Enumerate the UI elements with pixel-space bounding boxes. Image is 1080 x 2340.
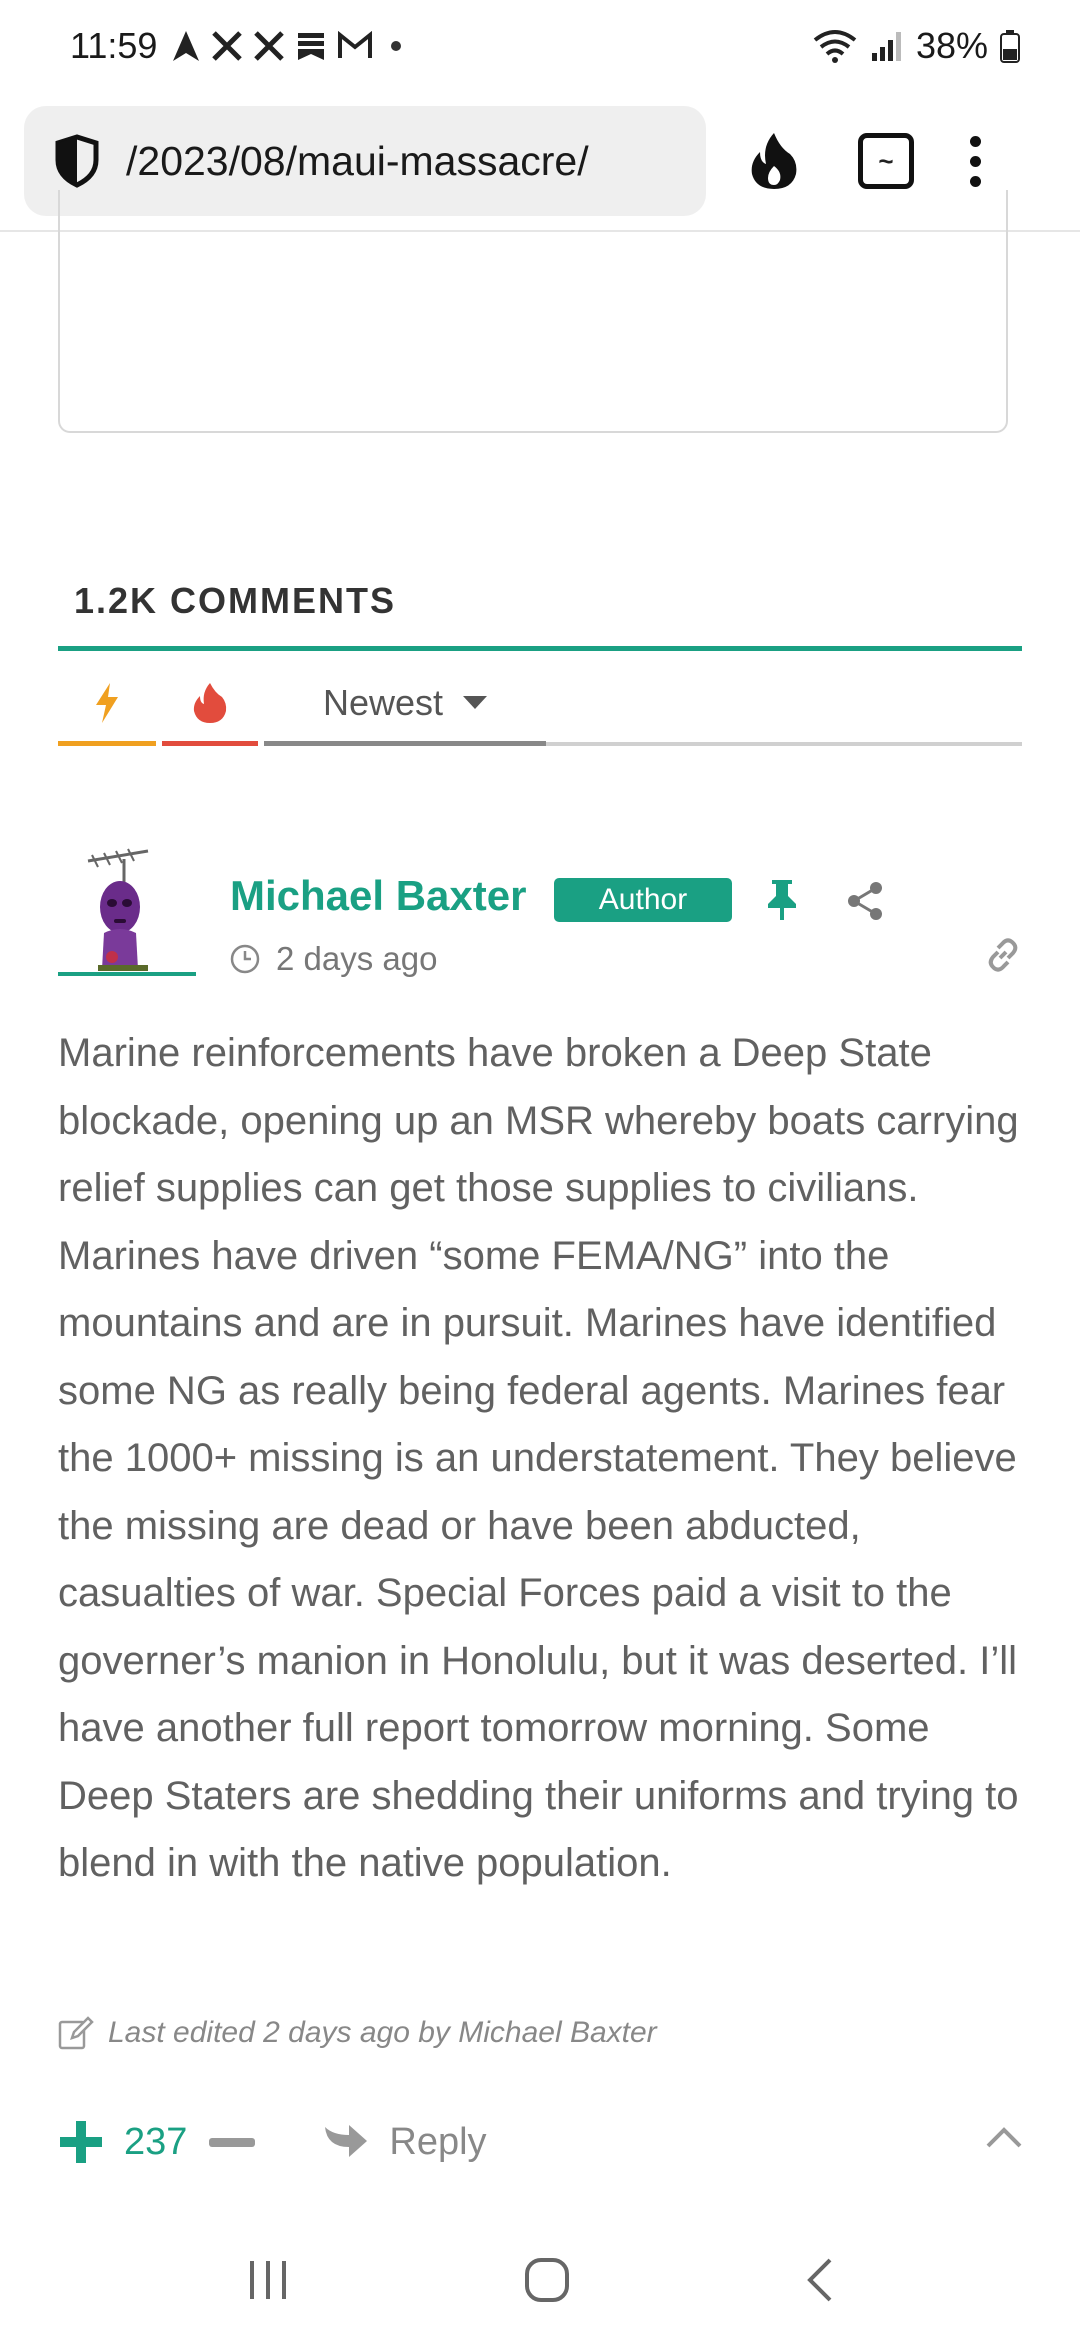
- pin-icon: [768, 880, 796, 920]
- status-time: 11:59: [70, 25, 158, 66]
- comments-sort-bar: Newest: [58, 660, 1022, 746]
- tab-count: ~: [878, 145, 894, 176]
- reply-arrow-icon: [325, 2125, 368, 2157]
- share-icon[interactable]: [846, 880, 886, 922]
- edit-icon: [58, 2016, 94, 2050]
- x-app-icon: [254, 31, 285, 61]
- browser-actions: ~: [746, 130, 981, 192]
- battery-percent: 38%: [915, 25, 988, 66]
- status-bar: 11:59 38%: [0, 0, 1080, 92]
- home-icon[interactable]: [523, 2256, 571, 2304]
- sort-popular-underline: [162, 741, 258, 746]
- chevron-down-icon: [463, 696, 488, 709]
- status-right: 38%: [812, 25, 1020, 67]
- comment-body: Marine reinforcements have broken a Deep…: [58, 1031, 1019, 1885]
- wifi-icon: [813, 30, 857, 63]
- system-navigation-bar: [0, 2220, 1080, 2340]
- link-icon[interactable]: [984, 936, 1022, 974]
- status-left: 11:59: [70, 25, 402, 67]
- shield-icon[interactable]: [54, 134, 100, 188]
- comments-count-heading: 1.2K COMMENTS: [74, 580, 397, 621]
- sort-popular-tab[interactable]: [162, 660, 258, 746]
- recent-apps-icon[interactable]: [246, 2259, 290, 2301]
- kebab-menu-icon[interactable]: [970, 135, 981, 187]
- comment-time[interactable]: 2 days ago: [276, 940, 437, 978]
- plus-icon[interactable]: [58, 2119, 104, 2165]
- sort-newest-underline: [264, 741, 546, 746]
- sort-track: [546, 742, 1022, 746]
- vote-count: 237: [124, 2120, 188, 2163]
- reply-button[interactable]: Reply: [321, 2120, 487, 2164]
- news-icon: [298, 33, 325, 60]
- tab-switcher-button[interactable]: ~: [858, 133, 914, 189]
- sort-hottest-tab[interactable]: [58, 660, 156, 746]
- sort-newest-dropdown[interactable]: Newest: [264, 660, 546, 746]
- clock-icon: [230, 944, 260, 974]
- navigation-arrow-icon: [173, 31, 200, 61]
- author-badge: Author: [554, 878, 732, 922]
- comment-actions: 237 Reply: [58, 2112, 1022, 2172]
- reply-label: Reply: [389, 2120, 487, 2163]
- alien-avatar-image: [87, 848, 149, 971]
- comment-timestamp-row: 2 days ago: [230, 940, 437, 978]
- comment-author-name[interactable]: Michael Baxter: [230, 872, 526, 920]
- chevron-up-icon[interactable]: [986, 2126, 1022, 2148]
- back-icon[interactable]: [804, 2256, 834, 2304]
- gmail-icon: [338, 31, 373, 58]
- lightning-icon: [96, 683, 118, 723]
- avatar[interactable]: [58, 845, 196, 979]
- edited-note-text: Last edited 2 days ago by Michael Baxter: [108, 2016, 657, 2049]
- flame-icon[interactable]: [746, 130, 802, 192]
- battery-icon: [1000, 30, 1020, 63]
- url-text[interactable]: /2023/08/maui-massacre/: [126, 138, 589, 185]
- avatar-underline: [58, 972, 196, 976]
- signal-icon: [871, 32, 901, 61]
- comments-header-divider: [58, 646, 1022, 651]
- flame-icon: [193, 683, 227, 723]
- minus-icon[interactable]: [209, 2137, 256, 2147]
- edited-note: Last edited 2 days ago by Michael Baxter: [58, 2016, 657, 2050]
- notification-icons: [171, 29, 402, 63]
- x-app-icon: [212, 31, 243, 61]
- sort-hottest-underline: [58, 741, 156, 746]
- more-notifications-dot: [391, 41, 402, 51]
- comment-input-box[interactable]: [58, 190, 1008, 433]
- sort-selected-label: Newest: [322, 682, 444, 723]
